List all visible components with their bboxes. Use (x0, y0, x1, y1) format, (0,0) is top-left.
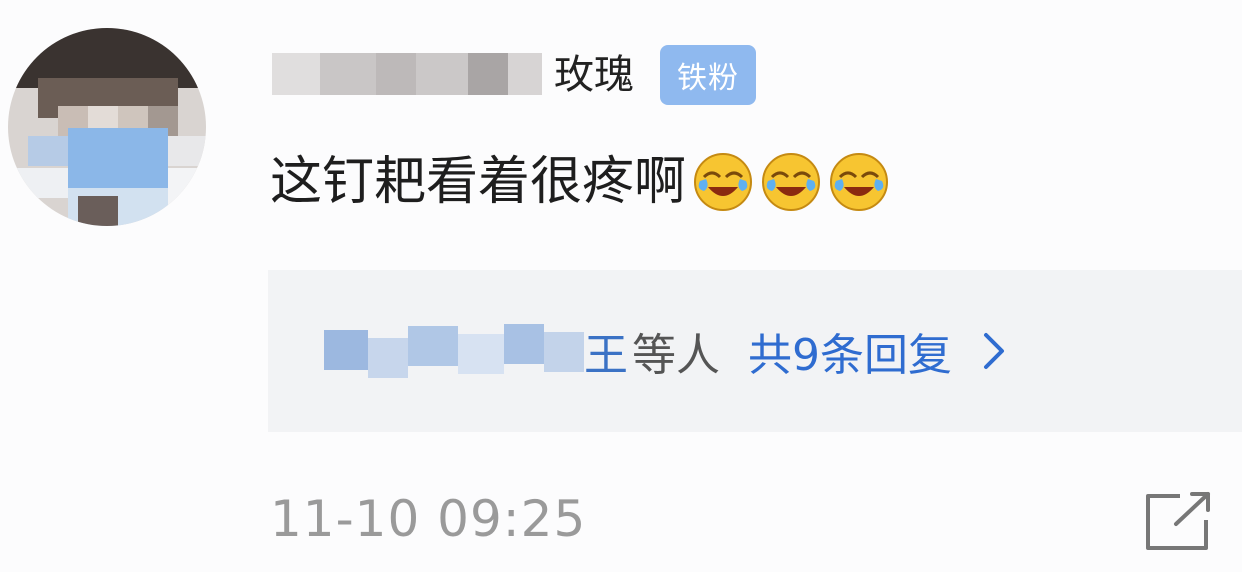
reply-count-link[interactable]: 共9条回复 (748, 319, 952, 383)
user-avatar[interactable] (8, 28, 206, 226)
laugh-cry-emoji (760, 151, 822, 213)
replies-summary[interactable]: 王 等人 共9条回复 (324, 316, 1014, 386)
laugh-cry-emoji (828, 151, 890, 213)
laugh-cry-emoji (692, 151, 754, 213)
reply-suffix: 等人 (632, 330, 720, 381)
comment-body: 这钉耙看着很疼啊 (270, 146, 890, 218)
reply-names-redacted (324, 316, 584, 386)
comment-text: 这钉耙看着很疼啊 (270, 152, 687, 212)
username-row: 玫瑰 铁粉 (272, 40, 756, 110)
fan-badge: 铁粉 (660, 45, 756, 105)
reply-names[interactable]: 王 (584, 319, 628, 383)
chevron-right-icon[interactable] (974, 329, 1014, 373)
replies-preview[interactable]: 王 等人 共9条回复 (268, 270, 1242, 432)
username-redacted (272, 45, 542, 105)
comment-timestamp: 11-10 09:25 (270, 490, 587, 548)
username[interactable]: 玫瑰 (554, 45, 634, 105)
share-icon[interactable] (1140, 490, 1216, 554)
